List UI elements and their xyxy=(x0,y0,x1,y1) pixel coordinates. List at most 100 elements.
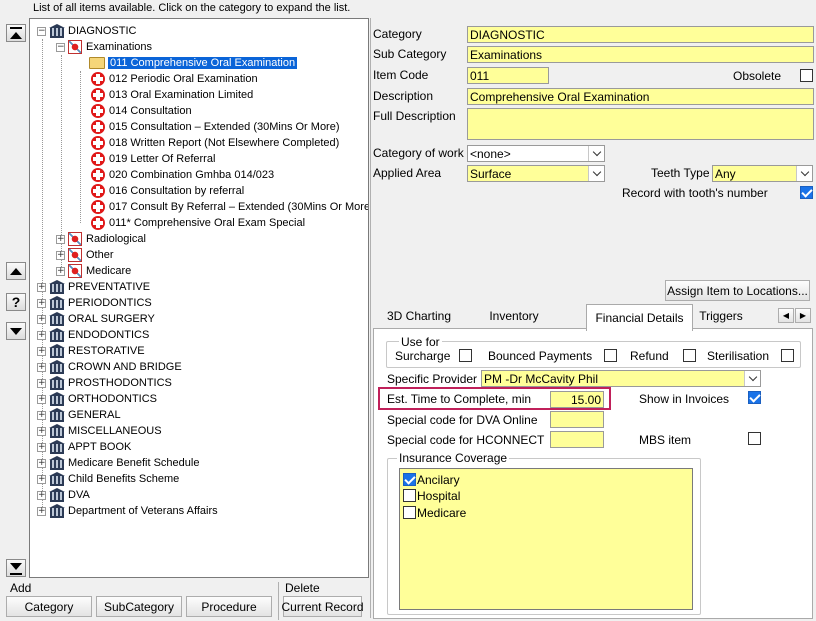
expand-icon[interactable]: + xyxy=(37,330,46,340)
tree-category[interactable]: + ORTHODONTICS xyxy=(37,391,157,407)
chevron-down-icon[interactable] xyxy=(796,166,812,181)
sterilisation-checkbox[interactable] xyxy=(781,349,794,362)
category-of-work-select[interactable]: <none> xyxy=(467,145,605,162)
move-down-button[interactable] xyxy=(6,322,26,340)
tree-category[interactable]: + ENDODONTICS xyxy=(37,327,149,343)
tree-category[interactable]: + CROWN AND BRIDGE xyxy=(37,359,182,375)
tree-subcategory[interactable]: + Radiological xyxy=(56,231,146,247)
tree-item-label: 019 Letter Of Referral xyxy=(109,153,216,165)
tree-item[interactable]: 017 Consult By Referral – Extended (30Mi… xyxy=(91,199,368,215)
tree-category[interactable]: + ORAL SURGERY xyxy=(37,311,155,327)
dva-field[interactable] xyxy=(550,411,604,428)
fulldescription-field[interactable] xyxy=(467,108,814,140)
tree-category[interactable]: + MISCELLANEOUS xyxy=(37,423,162,439)
chevron-down-icon[interactable] xyxy=(744,371,760,386)
expand-icon[interactable]: + xyxy=(37,506,46,516)
tree-category[interactable]: + GENERAL xyxy=(37,407,121,423)
refund-checkbox[interactable] xyxy=(683,349,696,362)
tree-item[interactable]: 011 Comprehensive Oral Examination xyxy=(89,55,298,71)
record-tooth-label: Record with tooth's number xyxy=(622,186,768,200)
expand-icon[interactable]: + xyxy=(37,282,46,292)
tree-item[interactable]: 016 Consultation by referral xyxy=(91,183,244,199)
expand-icon[interactable]: + xyxy=(37,362,46,372)
tree-category[interactable]: + PERIODONTICS xyxy=(37,295,152,311)
tree-item[interactable]: 015 Consultation – Extended (30Mins Or M… xyxy=(91,119,340,135)
tree-node-examinations[interactable]: − Examinations xyxy=(56,39,152,55)
ancilary-checkbox[interactable] xyxy=(403,473,416,486)
tree-category[interactable]: + APPT BOOK xyxy=(37,439,131,455)
chevron-down-icon[interactable] xyxy=(588,166,604,181)
tree-subcategory[interactable]: + Other xyxy=(56,247,114,263)
chevron-down-icon[interactable] xyxy=(588,146,604,161)
tree-subcategory[interactable]: + Medicare xyxy=(56,263,131,279)
tree-item[interactable]: 014 Consultation xyxy=(91,103,192,119)
est-time-field[interactable]: 15.00 xyxy=(550,391,604,408)
add-subcategory-button[interactable]: SubCategory xyxy=(96,596,182,617)
expand-icon[interactable]: + xyxy=(37,426,46,436)
tab-scroll-right[interactable]: ▶ xyxy=(795,308,811,323)
expand-icon[interactable]: + xyxy=(37,474,46,484)
tree-item[interactable]: 011* Comprehensive Oral Exam Special xyxy=(91,215,305,231)
move-up-button[interactable] xyxy=(6,262,26,280)
record-tooth-checkbox[interactable] xyxy=(800,186,813,199)
expand-icon[interactable]: + xyxy=(37,410,46,420)
provider-select[interactable]: PM -Dr McCavity Phil xyxy=(481,370,761,387)
expand-icon[interactable]: + xyxy=(56,250,65,260)
tab-triggers[interactable]: Triggers xyxy=(692,304,750,328)
tree-category[interactable]: + Child Benefits Scheme xyxy=(37,471,179,487)
description-field[interactable]: Comprehensive Oral Examination xyxy=(467,88,814,105)
tree-category[interactable]: + PREVENTATIVE xyxy=(37,279,150,295)
move-top-button[interactable] xyxy=(6,24,26,42)
delete-current-record-button[interactable]: Current Record xyxy=(281,596,364,617)
tree-item[interactable]: 019 Letter Of Referral xyxy=(91,151,215,167)
item-tree[interactable]: − DIAGNOSTIC − Examinations 011 Comprehe… xyxy=(29,18,369,578)
tree-category[interactable]: + PROSTHODONTICS xyxy=(37,375,172,391)
tree-item[interactable]: 013 Oral Examination Limited xyxy=(91,87,253,103)
bounced-checkbox[interactable] xyxy=(604,349,617,362)
collapse-icon[interactable]: − xyxy=(56,42,65,52)
expand-icon[interactable]: + xyxy=(37,490,46,500)
tree-node-diagnostic[interactable]: − DIAGNOSTIC xyxy=(37,23,136,39)
tab-financial-details[interactable]: Financial Details xyxy=(586,304,693,331)
applied-area-select[interactable]: Surface xyxy=(467,165,605,182)
tree-item[interactable]: 020 Combination Gmhba 014/023 xyxy=(91,167,274,183)
category-field[interactable]: DIAGNOSTIC xyxy=(467,26,814,43)
tree-item[interactable]: 018 Written Report (Not Elsewhere Comple… xyxy=(91,135,339,151)
subcategory-field[interactable]: Examinations xyxy=(467,46,814,63)
collapse-icon[interactable]: − xyxy=(37,26,46,36)
hospital-checkbox[interactable] xyxy=(403,489,416,502)
tab-inventory[interactable]: Inventory xyxy=(481,304,547,328)
surcharge-checkbox[interactable] xyxy=(459,349,472,362)
itemcode-field[interactable]: 011 xyxy=(467,67,549,84)
tab-scroll-left[interactable]: ◀ xyxy=(778,308,794,323)
assign-locations-button[interactable]: Assign Item to Locations... xyxy=(665,280,810,301)
show-invoices-label: Show in Invoices xyxy=(639,392,730,406)
obsolete-checkbox[interactable] xyxy=(800,69,813,82)
hconnect-field[interactable] xyxy=(550,431,604,448)
tree-item[interactable]: 012 Periodic Oral Examination xyxy=(91,71,258,87)
expand-icon[interactable]: + xyxy=(37,314,46,324)
tree-category[interactable]: + Department of Veterans Affairs xyxy=(37,503,218,519)
expand-icon[interactable]: + xyxy=(37,298,46,308)
expand-icon[interactable]: + xyxy=(37,442,46,452)
expand-icon[interactable]: + xyxy=(37,346,46,356)
mbs-checkbox[interactable] xyxy=(748,432,761,445)
move-bottom-button[interactable] xyxy=(6,559,26,577)
teeth-type-select[interactable]: Any xyxy=(712,165,813,182)
expand-icon[interactable]: + xyxy=(37,458,46,468)
help-button[interactable]: ? xyxy=(6,293,26,311)
tab-3d-charting[interactable]: 3D Charting xyxy=(377,304,461,328)
show-invoices-checkbox[interactable] xyxy=(748,391,761,404)
tree-category[interactable]: + DVA xyxy=(37,487,90,503)
tree-category[interactable]: + RESTORATIVE xyxy=(37,343,145,359)
tree-category[interactable]: + Medicare Benefit Schedule xyxy=(37,455,199,471)
expand-icon[interactable]: + xyxy=(37,394,46,404)
add-category-button[interactable]: Category xyxy=(6,596,92,617)
medicare-checkbox[interactable] xyxy=(403,506,416,519)
expand-icon[interactable]: + xyxy=(56,234,65,244)
expand-icon[interactable]: + xyxy=(56,266,65,276)
expand-icon[interactable]: + xyxy=(37,378,46,388)
add-procedure-button[interactable]: Procedure xyxy=(186,596,272,617)
surcharge-label: Surcharge xyxy=(395,349,451,363)
dva-label: Special code for DVA Online xyxy=(387,413,538,427)
